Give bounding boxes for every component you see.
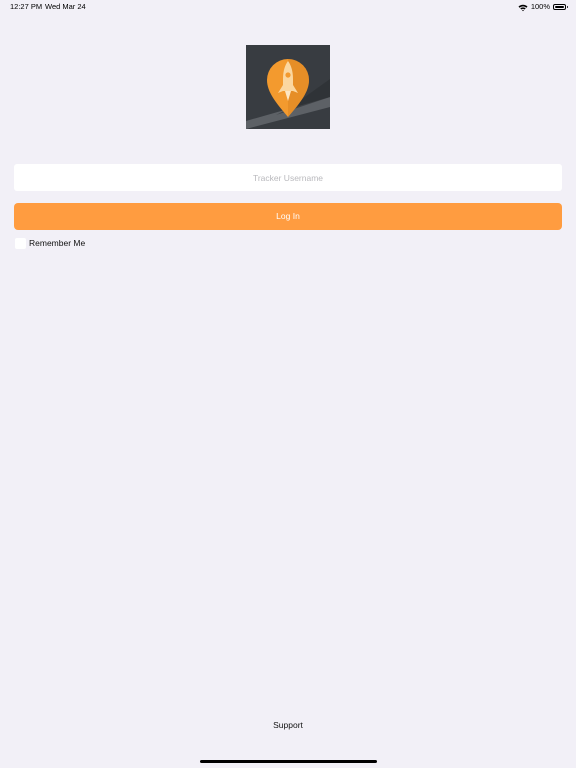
- status-time: 12:27 PM: [10, 2, 43, 11]
- app-logo: [246, 45, 330, 129]
- support-link[interactable]: Support: [0, 720, 576, 730]
- battery-icon: [553, 4, 568, 10]
- remember-me-row[interactable]: Remember Me: [15, 237, 85, 249]
- remember-me-checkbox[interactable]: [15, 237, 26, 249]
- tracker-username-input[interactable]: [14, 164, 562, 191]
- battery-percentage: 100%: [530, 2, 550, 11]
- remember-me-label: Remember Me: [29, 238, 86, 248]
- status-bar: 12:27 PM Wed Mar 24 100%: [0, 0, 576, 14]
- wifi-icon: [518, 3, 528, 12]
- status-date: Wed Mar 24: [45, 2, 86, 11]
- status-indicators: 100%: [518, 0, 568, 14]
- log-in-button[interactable]: Log In: [14, 203, 562, 230]
- home-indicator[interactable]: [200, 760, 377, 763]
- rocket-location-pin-icon: [246, 45, 330, 129]
